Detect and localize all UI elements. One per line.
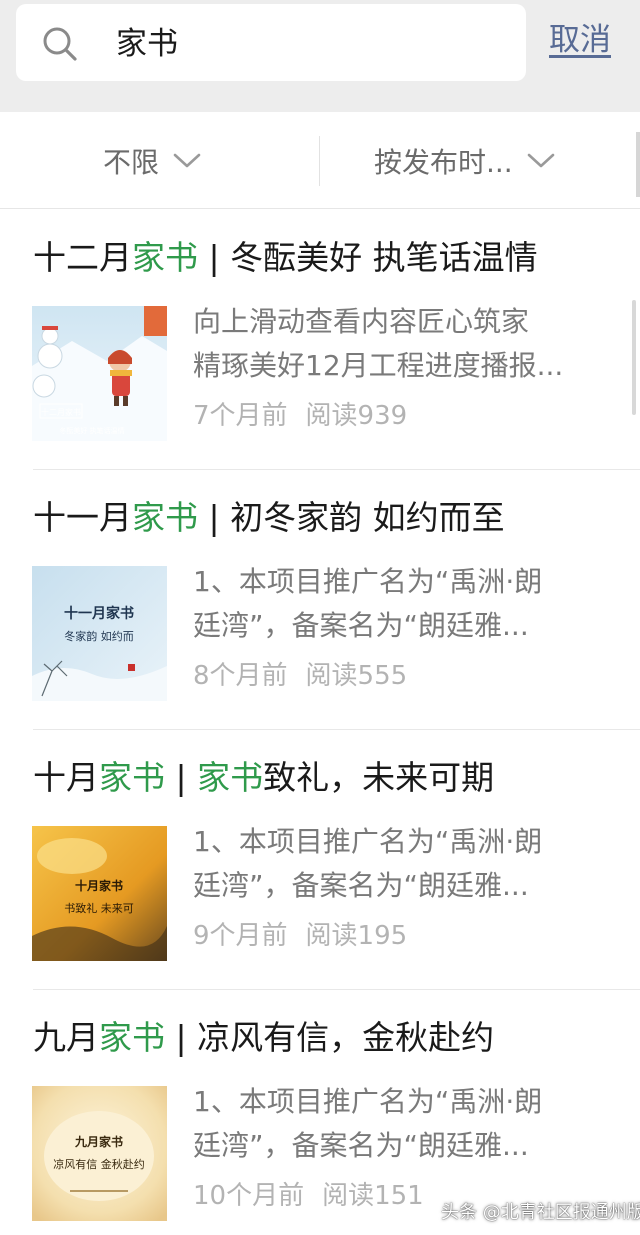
result-snippet: 1、本项目推广名为“禹洲·朗 廷湾”，备案名为“朗廷雅... [193, 1080, 613, 1168]
publish-time: 10个月前 [193, 1181, 305, 1211]
snippet-line: 向上滑动查看内容匠心筑家 [193, 305, 530, 338]
result-meta: 7个月前 阅读939 [193, 396, 407, 436]
result-item[interactable]: 十月家书 | 家书致礼，未来可期 十月家书 书致礼 未来可 1、本项目推广名为“… [0, 730, 640, 990]
publish-time: 9个月前 [193, 921, 288, 951]
article-thumbnail: 十月家书 书致礼 未来可 [32, 826, 167, 961]
thumbnail-caption: 凉风有信 金秋赴约 [53, 1157, 145, 1171]
search-header: 家书 取消 [0, 0, 640, 112]
read-count: 阅读195 [305, 921, 408, 951]
title-text: 致礼，未来可期 [263, 758, 495, 797]
title-text: | 冬酝美好 执笔话温情 [198, 238, 538, 277]
search-icon [43, 27, 77, 61]
result-title: 十一月家书 | 初冬家韵 如约而至 [33, 496, 505, 540]
search-input[interactable]: 家书 [16, 4, 526, 81]
snippet-line: 1、本项目推广名为“禹洲·朗 [193, 825, 543, 858]
read-count: 阅读555 [305, 661, 408, 691]
result-snippet: 1、本项目推广名为“禹洲·朗 廷湾”，备案名为“朗廷雅... [193, 820, 613, 908]
thumbnail-caption: 九月家书 [74, 1134, 123, 1149]
result-item[interactable]: 九月家书 | 凉风有信，金秋赴约 九月家书 凉风有信 金秋赴约 1、本项目推广名… [0, 990, 640, 1235]
title-keyword-highlight: 家书 [197, 758, 264, 797]
filter-time-range[interactable]: 不限 [103, 112, 201, 209]
filter-sort-order[interactable]: 按发布时... [374, 112, 555, 209]
title-text: 十月 [33, 758, 99, 797]
filter-label: 按发布时... [374, 145, 513, 179]
result-item[interactable]: 十一月家书 | 初冬家韵 如约而至 十一月家书 冬家韵 如约而 1、本项目推广名… [0, 470, 640, 730]
filter-divider [319, 136, 320, 186]
snippet-line: 1、本项目推广名为“禹洲·朗 [193, 1085, 543, 1118]
result-meta: 9个月前 阅读195 [193, 916, 407, 956]
thumbnail-caption: 十二月家书 [41, 407, 81, 417]
thumbnail-caption: 冬家韵 如约而 [64, 629, 134, 643]
search-query: 家书 [116, 26, 178, 62]
filter-bar: 不限 按发布时... [0, 112, 640, 209]
title-text: | 初冬家韵 如约而至 [198, 498, 505, 537]
cancel-button[interactable]: 取消 [549, 20, 611, 60]
title-text: 十二月 [33, 238, 132, 277]
snippet-line: 1、本项目推广名为“禹洲·朗 [193, 565, 543, 598]
title-text: | [165, 758, 198, 797]
result-meta: 8个月前 阅读555 [193, 656, 407, 696]
result-title: 十月家书 | 家书致礼，未来可期 [33, 756, 494, 800]
snippet-line: 廷湾”，备案名为“朗廷雅... [193, 609, 529, 642]
thumbnail-caption: 十一月家书 [64, 605, 134, 622]
title-keyword-highlight: 家书 [132, 238, 198, 277]
result-title: 九月家书 | 凉风有信，金秋赴约 [33, 1016, 494, 1060]
chevron-down-icon [527, 153, 555, 167]
article-thumbnail: 九月家书 凉风有信 金秋赴约 [32, 1086, 167, 1221]
snippet-line: 廷湾”，备案名为“朗廷雅... [193, 869, 529, 902]
read-count: 阅读151 [322, 1181, 424, 1211]
result-item[interactable]: 十二月家书 | 冬酝美好 执笔话温情 十二月家书 冬酝美好 执笔话温情 向上滑动… [0, 210, 640, 470]
title-keyword-highlight: 家书 [99, 1018, 165, 1057]
thumbnail-caption: 书致礼 未来可 [64, 901, 134, 915]
edge-divider [636, 132, 640, 197]
result-meta: 10个月前 阅读151 [193, 1176, 424, 1216]
title-keyword-highlight: 家书 [132, 498, 198, 537]
watermark: 头条 @北青社区报通州版 [441, 1202, 640, 1223]
scrollbar[interactable] [632, 300, 636, 415]
title-text: 十一月 [33, 498, 132, 537]
filter-label: 不限 [103, 145, 160, 179]
thumbnail-caption: 冬酝美好 执笔话温情 [59, 426, 124, 435]
title-keyword-highlight: 家书 [99, 758, 165, 797]
result-snippet: 向上滑动查看内容匠心筑家 精琢美好12月工程进度播报... [193, 300, 613, 388]
article-thumbnail: 十一月家书 冬家韵 如约而 [32, 566, 167, 701]
publish-time: 7个月前 [193, 401, 288, 431]
publish-time: 8个月前 [193, 661, 288, 691]
thumbnail-caption: 十月家书 [75, 878, 123, 893]
read-count: 阅读939 [305, 401, 408, 431]
result-snippet: 1、本项目推广名为“禹洲·朗 廷湾”，备案名为“朗廷雅... [193, 560, 613, 648]
chevron-down-icon [173, 153, 201, 167]
snippet-line: 精琢美好12月工程进度播报... [193, 349, 564, 382]
result-title: 十二月家书 | 冬酝美好 执笔话温情 [33, 236, 538, 280]
snippet-line: 廷湾”，备案名为“朗廷雅... [193, 1129, 529, 1162]
article-thumbnail: 十二月家书 冬酝美好 执笔话温情 [32, 306, 167, 441]
title-text: 九月 [33, 1018, 99, 1057]
title-text: | 凉风有信，金秋赴约 [165, 1018, 495, 1057]
